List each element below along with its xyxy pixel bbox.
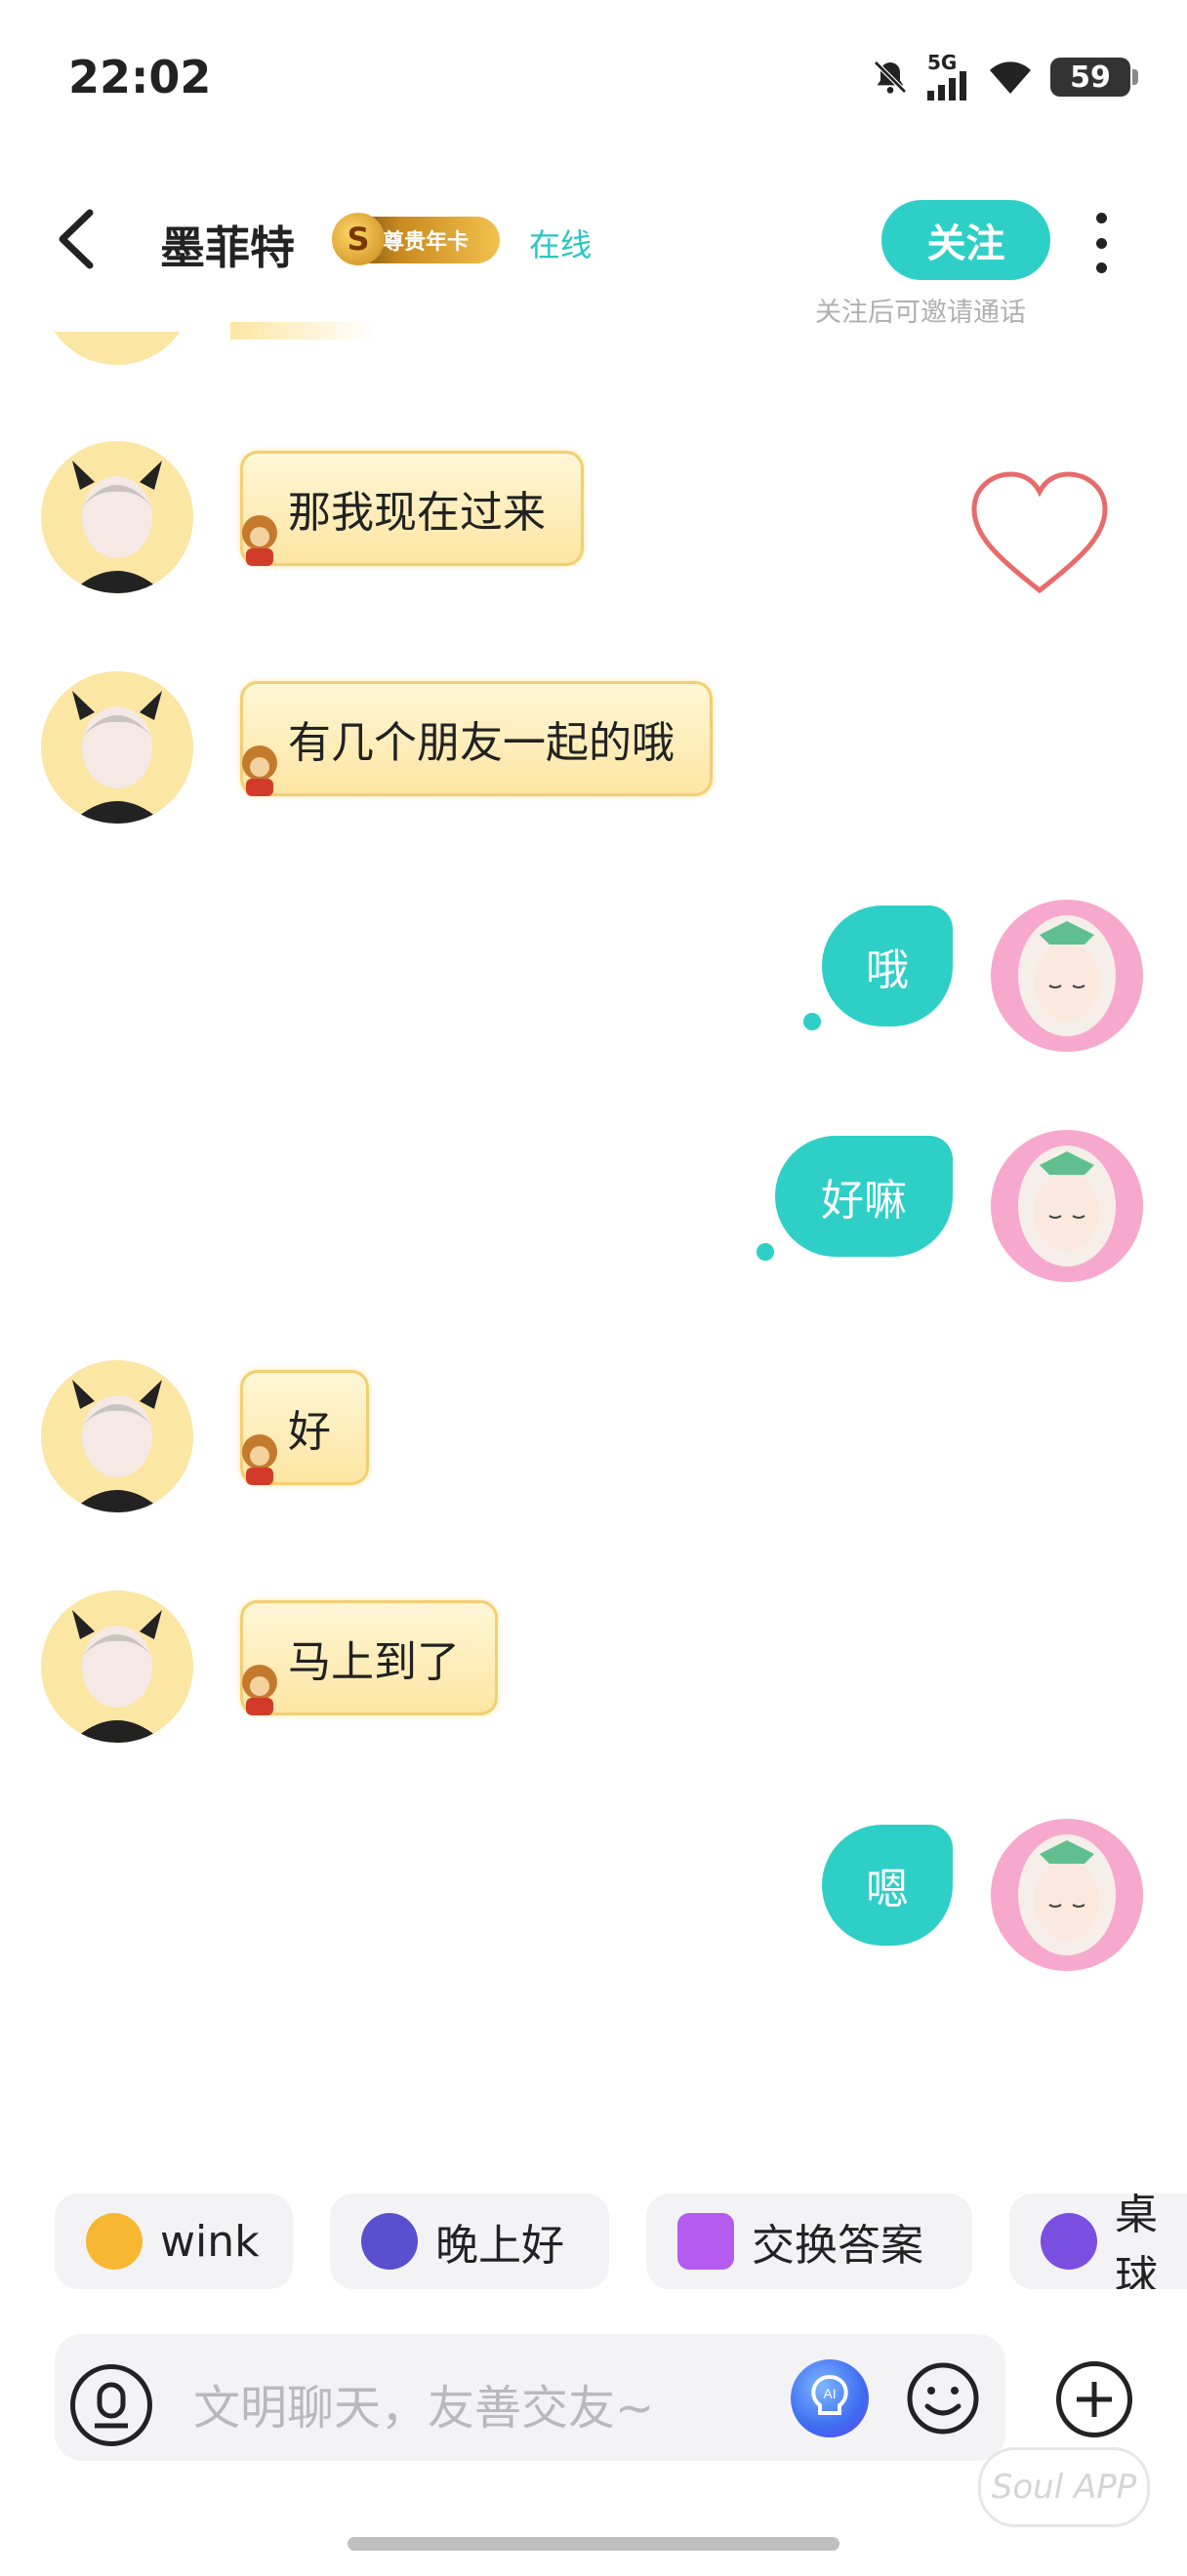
moon-face-icon bbox=[361, 2213, 418, 2270]
girl-avatar-icon bbox=[991, 1130, 1143, 1282]
more-menu-icon[interactable] bbox=[1082, 209, 1121, 277]
bell-off-icon bbox=[874, 60, 907, 94]
message-input[interactable]: 文明聊天，友善交友~ bbox=[193, 2369, 654, 2437]
message-text: 有几个朋友一起的哦 bbox=[288, 718, 675, 768]
follow-button[interactable]: 关注 bbox=[881, 200, 1050, 280]
vip-coin-letter: S bbox=[347, 221, 370, 258]
follow-hint: 关注后可邀请通话 bbox=[815, 298, 1026, 328]
wifi-icon bbox=[990, 61, 1031, 94]
wink-emoji-icon bbox=[86, 2213, 143, 2270]
voice-input-icon[interactable] bbox=[70, 2364, 152, 2446]
quick-reply-billiards[interactable]: 桌球 bbox=[1009, 2194, 1187, 2289]
avatar-contact[interactable] bbox=[41, 671, 193, 824]
ai-assistant-icon[interactable]: AI bbox=[791, 2359, 869, 2437]
message-bubble-right[interactable]: 哦 bbox=[822, 906, 953, 1026]
avatar-contact[interactable] bbox=[41, 441, 193, 593]
demon-boy-avatar-icon bbox=[41, 441, 193, 593]
battery-icon: 59 bbox=[1050, 58, 1138, 97]
vip-coin-icon: S bbox=[332, 213, 385, 265]
avatar-self[interactable] bbox=[991, 900, 1143, 1052]
contact-name[interactable]: 墨菲特 bbox=[160, 213, 295, 277]
status-icons: 5G 59 bbox=[871, 51, 1138, 101]
message-text: 好 bbox=[288, 1407, 331, 1457]
vip-badge-label: 尊贵年卡 bbox=[383, 230, 470, 255]
quick-reply-label: 桌球 bbox=[1115, 2194, 1158, 2289]
monkey-decoration-icon bbox=[230, 1657, 289, 1719]
quick-reply-exchange-answers[interactable]: 交换答案 bbox=[646, 2194, 972, 2289]
monkey-decoration-icon bbox=[230, 738, 289, 800]
message-text: 马上到了 bbox=[288, 1637, 460, 1687]
demon-boy-avatar-icon bbox=[41, 1590, 193, 1743]
network-label: 5G bbox=[927, 51, 958, 74]
girl-avatar-icon bbox=[991, 900, 1143, 1052]
clipped-bubble-edge bbox=[230, 322, 377, 340]
signal-icon bbox=[927, 71, 966, 101]
quick-reply-wink[interactable]: wink bbox=[55, 2194, 293, 2289]
quick-reply-label: wink bbox=[160, 2216, 260, 2267]
read-dot bbox=[803, 1013, 821, 1030]
avatar-self[interactable] bbox=[991, 1819, 1143, 1971]
avatar-self[interactable] bbox=[991, 1130, 1143, 1282]
online-status: 在线 bbox=[529, 226, 593, 263]
message-text: 那我现在过来 bbox=[288, 488, 546, 538]
message-bubble-right[interactable]: 好嘛 bbox=[775, 1136, 953, 1257]
message-text: 哦 bbox=[866, 946, 909, 995]
monkey-decoration-icon bbox=[230, 1427, 289, 1489]
quick-reply-label: 晚上好 bbox=[435, 2221, 564, 2271]
read-dot bbox=[757, 1243, 774, 1261]
demon-boy-avatar-icon bbox=[41, 671, 193, 824]
message-bubble-right[interactable]: 嗯 bbox=[822, 1825, 953, 1946]
monkey-decoration-icon bbox=[230, 507, 289, 570]
message-text: 嗯 bbox=[866, 1865, 909, 1914]
back-icon[interactable] bbox=[49, 205, 107, 273]
heart-icon[interactable] bbox=[966, 468, 1113, 600]
emoji-icon[interactable] bbox=[904, 2359, 982, 2437]
message-bubble-left[interactable]: 那我现在过来 bbox=[240, 451, 584, 566]
billiard-ball-icon bbox=[1041, 2213, 1097, 2270]
quick-reply-good-evening[interactable]: 晚上好 bbox=[330, 2194, 609, 2289]
girl-avatar-icon bbox=[991, 1819, 1143, 1971]
battery-level: 59 bbox=[1070, 60, 1111, 95]
message-bubble-left[interactable]: 有几个朋友一起的哦 bbox=[240, 681, 713, 796]
message-text: 好嘛 bbox=[821, 1176, 907, 1226]
status-time: 22:02 bbox=[68, 51, 212, 103]
add-attachment-icon[interactable] bbox=[1056, 2361, 1132, 2437]
svg-text:AI: AI bbox=[823, 2386, 836, 2401]
avatar-contact[interactable] bbox=[41, 1590, 193, 1743]
demon-boy-avatar-icon bbox=[41, 1360, 193, 1512]
home-indicator[interactable] bbox=[348, 2537, 839, 2551]
quick-reply-label: 交换答案 bbox=[752, 2221, 923, 2271]
soul-app-watermark: Soul APP bbox=[978, 2447, 1150, 2527]
avatar-contact[interactable] bbox=[41, 1360, 193, 1512]
swap-chat-icon bbox=[677, 2213, 734, 2270]
